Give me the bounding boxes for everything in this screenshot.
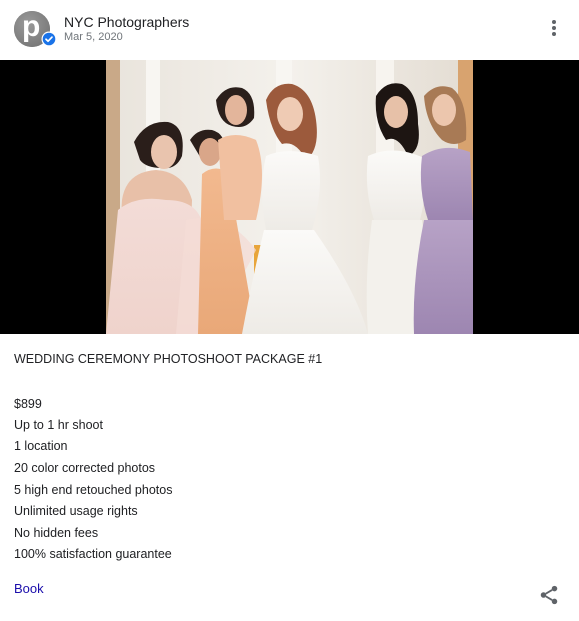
post-photo-frame	[0, 60, 579, 334]
book-button[interactable]: Book	[14, 581, 44, 596]
post-photo[interactable]	[106, 60, 473, 334]
post-line-usage-rights: Unlimited usage rights	[14, 504, 138, 518]
avatar-letter: p	[22, 10, 41, 43]
verified-badge-icon	[41, 31, 57, 47]
more-vert-icon-dot	[552, 26, 556, 30]
post-title: WEDDING CEREMONY PHOTOSHOOT PACKAGE #1	[14, 352, 323, 366]
post-line-retouched: 5 high end retouched photos	[14, 483, 173, 497]
more-vert-icon-dot	[552, 32, 556, 36]
post-line-no-fees: No hidden fees	[14, 526, 99, 540]
bridal-party-photo	[106, 60, 473, 334]
share-icon[interactable]	[538, 584, 560, 606]
post-date: Mar 5, 2020	[64, 31, 123, 43]
avatar[interactable]: p	[14, 10, 57, 47]
post-line-location: 1 location	[14, 439, 68, 453]
post-line-price: $899	[14, 397, 42, 411]
business-name[interactable]: NYC Photographers	[64, 14, 189, 30]
more-options-button[interactable]	[542, 16, 566, 40]
more-vert-icon	[552, 20, 556, 24]
post-line-guarantee: 100% satisfaction guarantee	[14, 547, 172, 561]
post-line-color-corrected: 20 color corrected photos	[14, 461, 156, 475]
post-header: p NYC Photographers Mar 5, 2020	[0, 0, 579, 60]
post-line-duration: Up to 1 hr shoot	[14, 418, 103, 432]
